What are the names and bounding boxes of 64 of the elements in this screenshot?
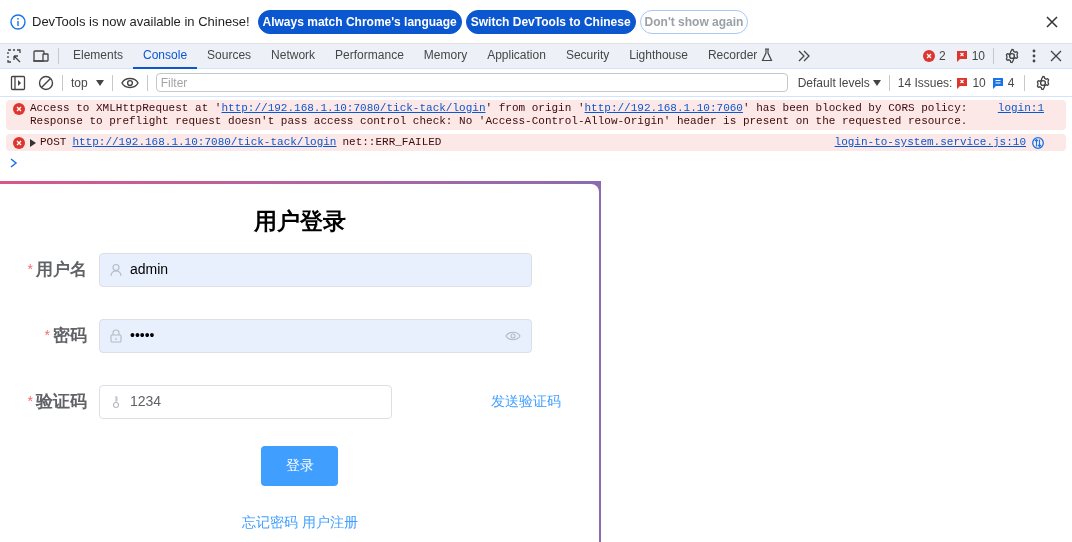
filter-field[interactable]: Filter — [155, 73, 788, 92]
issues-counter[interactable]: 14 Issues: 10 4 — [897, 73, 1015, 92]
more-options-icon[interactable] — [1032, 49, 1036, 63]
infobar-button[interactable]: Always match Chrome's language — [257, 9, 462, 34]
devtools-tab[interactable]: Memory — [413, 43, 478, 69]
source-link[interactable]: login-to-system.service.js:10 — [834, 136, 1026, 149]
error-icon — [922, 50, 935, 62]
dropdown-caret-icon — [872, 79, 881, 86]
error-icon — [13, 103, 25, 115]
settings-icon[interactable] — [1035, 74, 1052, 91]
log-levels-dropdown[interactable]: Default levels — [797, 73, 881, 92]
devtools-tab[interactable]: Security — [555, 43, 620, 69]
eye-icon[interactable] — [120, 76, 139, 89]
login-title: 用户登录 — [253, 207, 346, 236]
devtools-tab[interactable]: Elements — [63, 43, 134, 69]
request-status: net::ERR_FAILED — [342, 136, 442, 149]
device-toolbar-icon[interactable] — [32, 48, 50, 64]
lock-icon — [110, 328, 122, 343]
network-request-icon — [1032, 136, 1044, 149]
user-icon — [110, 262, 122, 277]
devtools-tab[interactable]: Application — [477, 43, 556, 69]
dropdown-caret-icon — [95, 79, 104, 86]
close-icon[interactable] — [1046, 15, 1058, 28]
field-label: 用户名 — [36, 258, 87, 281]
sidebar-toggle-icon[interactable] — [10, 74, 26, 91]
required-asterisk: * — [44, 326, 50, 345]
password-field[interactable]: ••••• — [99, 318, 532, 353]
inspect-element-icon[interactable] — [6, 48, 22, 64]
settings-icon[interactable] — [1004, 48, 1020, 64]
devtools-tab[interactable]: Lighthouse — [619, 43, 698, 69]
field-label: 密码 — [53, 324, 87, 347]
devtools-tab[interactable]: Performance — [325, 43, 414, 69]
field-label: 验证码 — [36, 390, 87, 413]
error-counter[interactable]: 2 — [922, 47, 946, 65]
info-flag-icon — [991, 76, 1004, 89]
url-link[interactable]: http://192.168.1.10:7080/tick-tack/login — [221, 102, 486, 114]
url-link[interactable]: http://192.168.1.10:7080/tick-tack/login — [72, 136, 337, 149]
message-text: Access to XMLHttpRequest at 'http://192.168.1.10:7080/tick-tack/login' from origin 'http://192.168.1.10:7060' has been blocked by CORS policy: — [30, 102, 969, 115]
info-icon — [10, 13, 26, 30]
code-field[interactable]: 1234 — [99, 384, 392, 419]
message-text: Response to preflight request doesn't pass access control check: No 'Access-Control-Allow-Origin' header is present on the requested resource. — [30, 115, 969, 128]
infobar-message: DevTools is now available in Chinese! — [32, 12, 250, 31]
devtools-tab[interactable]: Recorder — [697, 43, 784, 69]
issue-counter[interactable]: 10 — [955, 47, 985, 65]
issue-flag-icon — [955, 50, 968, 62]
devtools-tab[interactable]: Console — [133, 43, 198, 69]
more-tabs-icon[interactable] — [797, 50, 812, 62]
clear-console-icon[interactable] — [38, 74, 54, 91]
error-icon — [13, 137, 25, 149]
url-link[interactable]: http://192.168.1.10:7060 — [584, 102, 743, 114]
context-selector[interactable]: top — [71, 73, 104, 92]
username-field[interactable]: admin — [99, 252, 532, 287]
source-link[interactable]: login:1 — [997, 102, 1044, 115]
expand-triangle-icon[interactable] — [30, 138, 36, 147]
key-icon — [110, 394, 122, 409]
close-icon[interactable] — [1050, 50, 1062, 62]
devtools-tab[interactable]: Sources — [197, 43, 262, 69]
console-prompt-icon[interactable] — [10, 158, 18, 168]
required-asterisk: * — [27, 260, 33, 279]
request-method: POST — [40, 136, 67, 149]
issue-flag-icon — [956, 76, 969, 89]
infobar-button[interactable]: Switch DevTools to Chinese — [465, 9, 636, 34]
required-asterisk: * — [27, 392, 33, 411]
devtools-tab[interactable]: Network — [261, 43, 326, 69]
